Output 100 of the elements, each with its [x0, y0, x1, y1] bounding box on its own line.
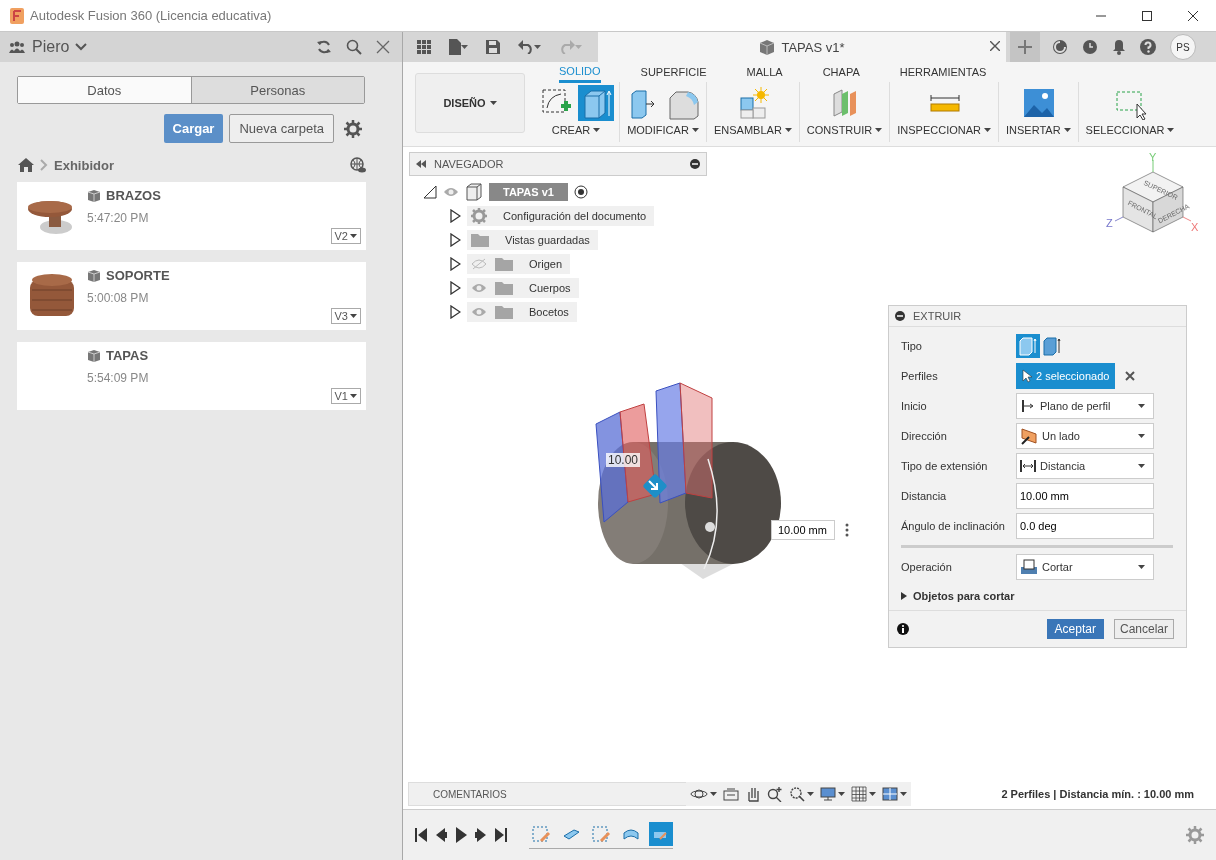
input-field[interactable]: 10.00 mm: [1016, 483, 1154, 509]
info-icon[interactable]: [897, 623, 909, 635]
cut-icon: [1020, 559, 1038, 575]
zoom-window-button[interactable]: [789, 786, 814, 802]
selection-button[interactable]: 2 seleccionado: [1016, 363, 1116, 389]
new-tab-button[interactable]: [1010, 32, 1040, 62]
caret-icon: [350, 314, 357, 318]
dimension-input[interactable]: 10.00 mm: [771, 520, 835, 540]
grid-icon: [417, 40, 431, 54]
file-name: BRAZOS: [106, 188, 161, 203]
cube-icon: [759, 39, 776, 55]
save-icon: [486, 40, 500, 54]
expand-triangle-icon[interactable]: [449, 305, 461, 319]
minus-circle-icon[interactable]: [690, 159, 700, 169]
file-card[interactable]: BRAZOS 5:47:20 PM V2: [17, 182, 366, 250]
tree-item-label[interactable]: Origen: [529, 258, 563, 270]
ribbon-tab[interactable]: CHAPA: [822, 63, 860, 81]
expand-triangle-icon[interactable]: [449, 281, 461, 295]
file-card[interactable]: TAPAS 5:54:09 PM V1: [17, 342, 366, 410]
look-at-icon: [723, 787, 739, 801]
input-field[interactable]: 0.0 deg: [1016, 513, 1154, 539]
activate-radio-icon[interactable]: [573, 185, 588, 199]
plus-icon: [1018, 40, 1032, 54]
caret-icon: [900, 792, 907, 796]
pan-button[interactable]: [745, 786, 761, 802]
step-back-icon: [435, 828, 447, 842]
dropdown[interactable]: Distancia: [1016, 453, 1154, 479]
field-label: Distancia: [901, 490, 948, 502]
close-icon[interactable]: [990, 41, 1000, 51]
search-icon: [346, 39, 362, 55]
job-status-icon[interactable]: [1052, 39, 1068, 55]
file-card[interactable]: SOPORTE 5:00:08 PM V3: [17, 262, 366, 330]
clear-selection-icon[interactable]: [1125, 371, 1136, 381]
dropdown[interactable]: Cortar: [1016, 554, 1154, 580]
ribbon-group-menu[interactable]: INSERTAR: [1004, 124, 1073, 136]
dropdown[interactable]: Un lado: [1016, 423, 1154, 449]
more-options-icon[interactable]: [845, 523, 849, 537]
zoom-button[interactable]: [767, 786, 783, 802]
app-logo-icon: [10, 7, 24, 24]
ribbon-group-menu[interactable]: SELECCIONAR: [1083, 124, 1177, 136]
new-folder-button[interactable]: Nueva carpeta: [229, 114, 334, 143]
gear-icon: [471, 208, 487, 224]
expand-triangle-icon[interactable]: [449, 257, 461, 271]
caret-icon: [691, 128, 699, 132]
breadcrumb-folder[interactable]: Exhibidor: [54, 157, 114, 173]
distance-icon: [1020, 458, 1036, 474]
tab[interactable]: Personas: [190, 77, 364, 103]
undo-icon: [518, 40, 534, 54]
chevron-down-icon[interactable]: [75, 43, 88, 51]
refresh-icon: [316, 39, 332, 55]
cancel-button[interactable]: Cancelar: [1113, 619, 1174, 639]
close-icon: [1188, 10, 1198, 21]
folder-icon: [495, 257, 513, 271]
browser-title: NAVEGADOR: [434, 158, 505, 170]
ribbon-group-menu[interactable]: ENSAMBLAR: [712, 124, 794, 136]
clock-icon[interactable]: [1082, 39, 1098, 55]
home-icon[interactable]: [18, 158, 34, 172]
orbit-button[interactable]: [690, 786, 717, 802]
caret-icon: [593, 128, 601, 132]
3d-model-drawing[interactable]: [595, 382, 781, 579]
ok-button[interactable]: Aceptar: [1046, 619, 1104, 639]
collapse-arrows-icon[interactable]: [416, 160, 426, 168]
ribbon-group-menu[interactable]: MODIFICAR: [625, 124, 701, 136]
version-dropdown[interactable]: V2: [330, 228, 361, 244]
dropdown[interactable]: Plano de perfil: [1016, 393, 1154, 419]
ribbon-tab[interactable]: HERRAMIENTAS: [899, 63, 987, 81]
user-name[interactable]: Piero: [32, 38, 70, 56]
ribbon-group-menu[interactable]: CREAR: [549, 124, 603, 136]
globe-icon[interactable]: [350, 157, 366, 173]
ribbon-group-menu[interactable]: INSPECCIONAR: [895, 124, 993, 136]
help-icon[interactable]: [1140, 39, 1156, 55]
expand-triangle-icon[interactable]: [449, 233, 461, 247]
section-toggle[interactable]: Objetos para cortar: [889, 582, 1021, 610]
version-dropdown[interactable]: V1: [330, 388, 361, 404]
caret-icon: [1167, 128, 1175, 132]
collapse-triangle-icon[interactable]: [423, 185, 437, 199]
caret-icon: [575, 45, 582, 49]
expand-triangle-icon[interactable]: [449, 209, 461, 223]
user-avatar[interactable]: PS: [1170, 34, 1196, 60]
caret-icon: [350, 394, 357, 398]
type-option[interactable]: [1016, 334, 1040, 358]
field-label: Inicio: [901, 400, 928, 412]
grid-settings-button[interactable]: [851, 786, 876, 802]
viewports-button[interactable]: [882, 787, 907, 801]
caret-icon: [534, 45, 541, 49]
display-settings-button[interactable]: [820, 787, 845, 801]
workspace-dropdown[interactable]: DISEÑO: [415, 73, 525, 133]
document-tab[interactable]: TAPAS v1*: [598, 32, 1006, 62]
ribbon-tab[interactable]: SUPERFICIE: [640, 63, 707, 81]
tab[interactable]: Datos: [18, 77, 191, 103]
version-dropdown[interactable]: V3: [330, 308, 361, 324]
field-label: Tipo de extensión: [901, 460, 989, 472]
ribbon-group-menu[interactable]: CONSTRUIR: [804, 124, 885, 136]
field-label: Operación: [901, 561, 953, 573]
ribbon-tab[interactable]: MALLA: [746, 63, 783, 81]
minus-circle-icon[interactable]: [895, 311, 905, 321]
tree-root-label[interactable]: TAPAS v1: [489, 183, 568, 201]
folder-icon: [495, 281, 513, 295]
caret-icon: [807, 792, 814, 796]
bell-icon[interactable]: [1112, 39, 1126, 55]
